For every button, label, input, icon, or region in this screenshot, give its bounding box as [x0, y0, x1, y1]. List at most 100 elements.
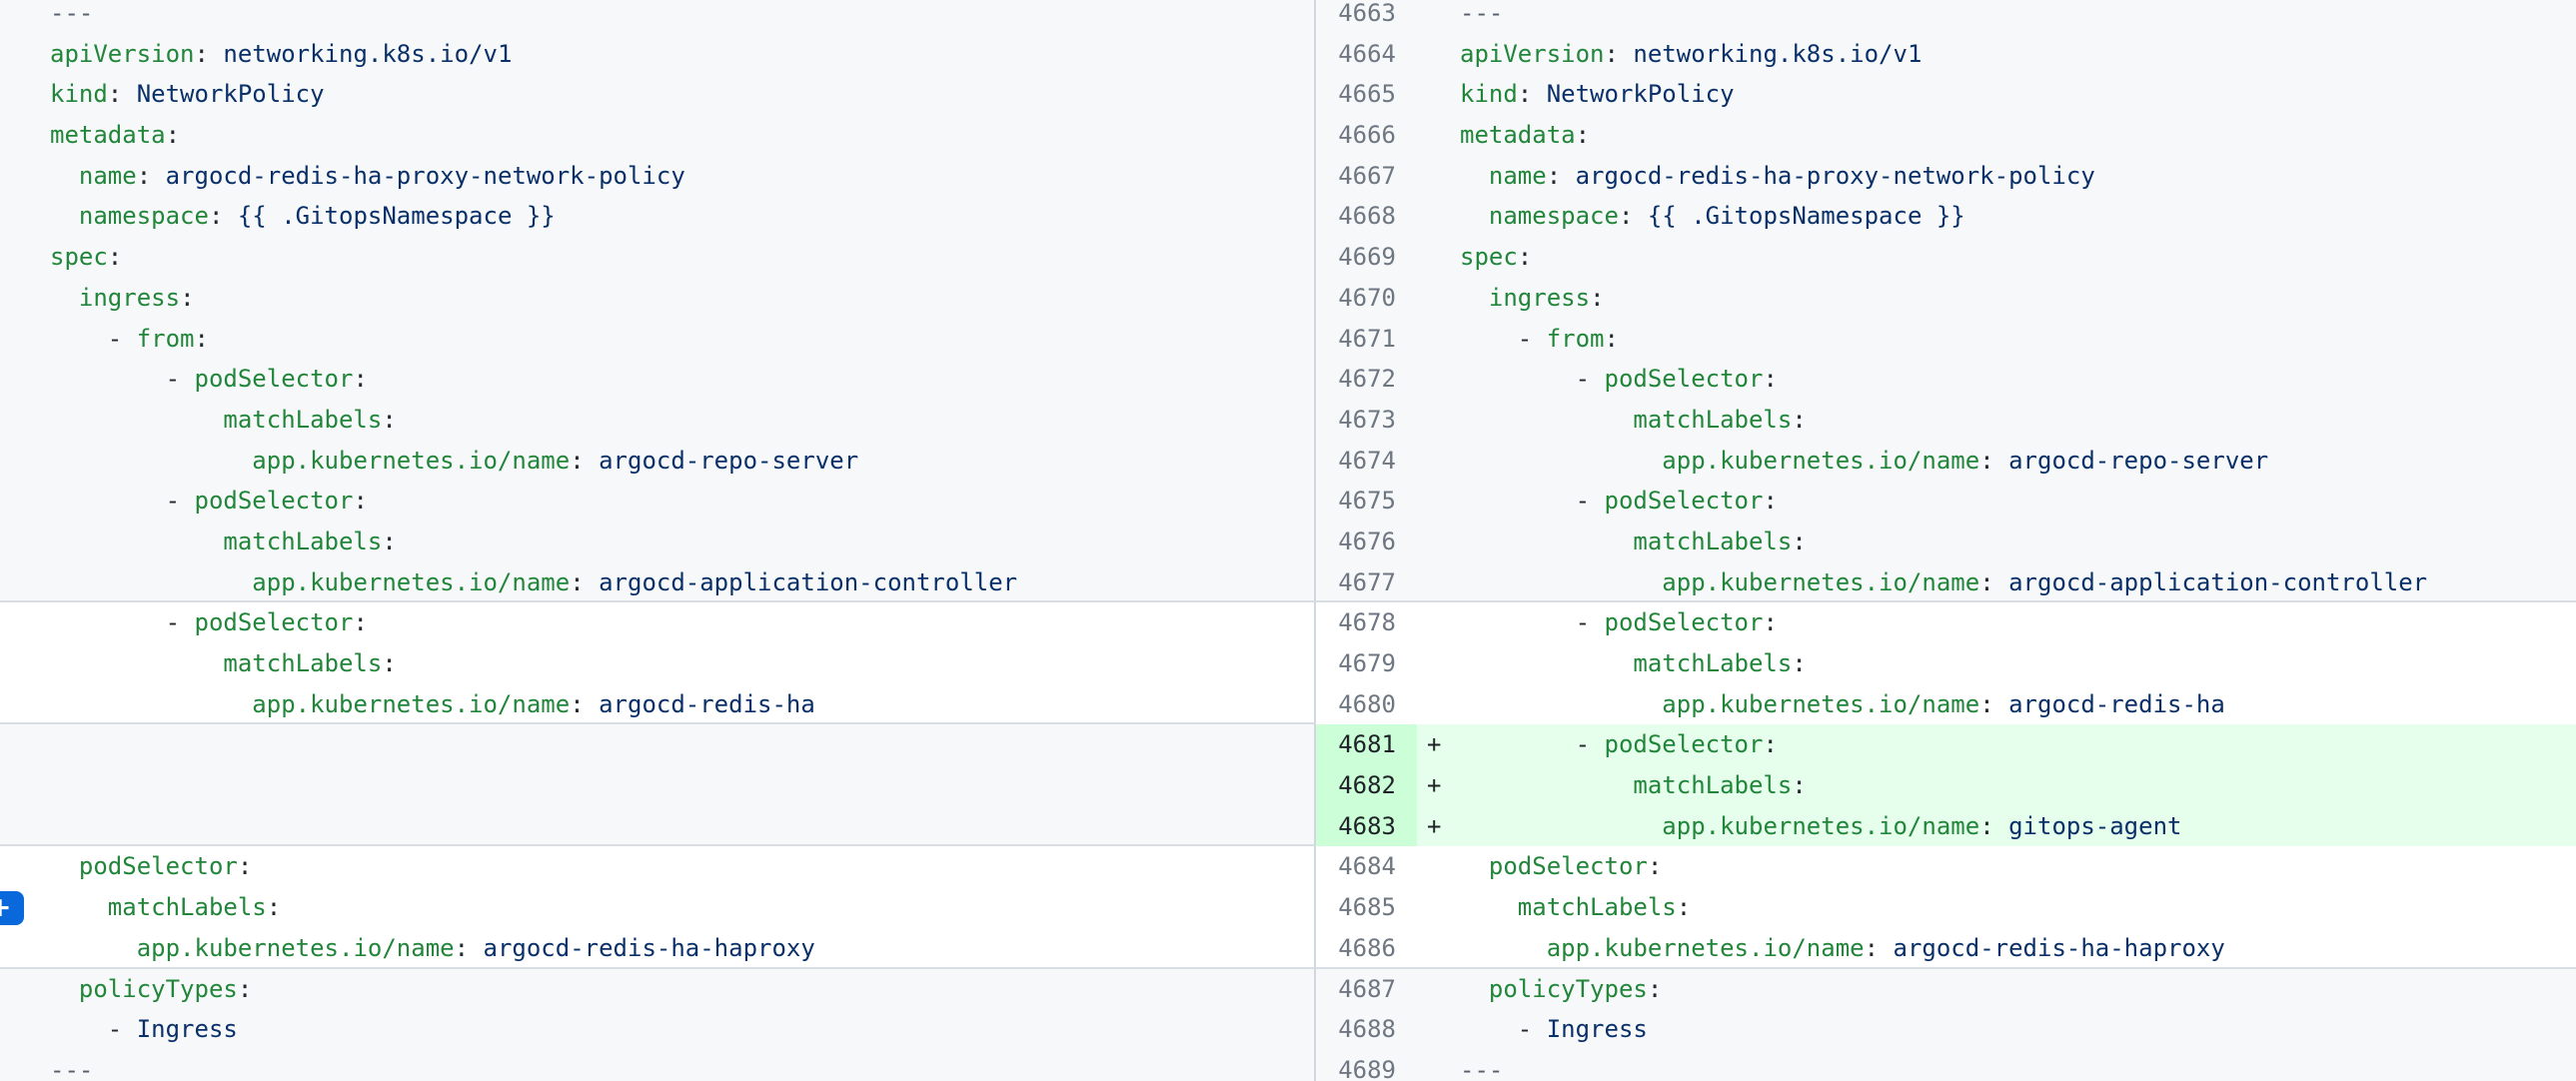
diff-rows: ---4663---apiVersion: networking.k8s.io/…: [0, 0, 2576, 1081]
code-line: - Ingress: [50, 1015, 238, 1043]
code-line: matchLabels:: [1460, 528, 1807, 555]
code-line: kind: NetworkPolicy: [50, 80, 325, 108]
line-number[interactable]: 4668: [1316, 196, 1417, 237]
line-number[interactable]: 4673: [1316, 400, 1417, 441]
code-line: metadata:: [1460, 121, 1590, 149]
code-line: - podSelector:: [50, 487, 368, 515]
code-line: app.kubernetes.io/name: argocd-redis-ha-…: [50, 934, 815, 962]
code-line: app.kubernetes.io/name: argocd-redis-ha: [1460, 690, 2225, 718]
code-line: - Ingress: [1460, 1015, 1648, 1043]
diff-row: app.kubernetes.io/name: argocd-redis-ha-…: [0, 928, 2576, 969]
code-line: metadata:: [50, 121, 180, 149]
code-line: matchLabels:: [50, 406, 397, 434]
old-code-cell: ingress:: [0, 278, 1316, 319]
diff-row: - from: 4671 - from:: [0, 319, 2576, 360]
line-number[interactable]: 4677: [1316, 562, 1417, 603]
code-line: - podSelector:: [1460, 730, 1778, 758]
old-code-cell: app.kubernetes.io/name: argocd-redis-ha-…: [0, 928, 1316, 969]
diff-row: 4682+ matchLabels:: [0, 765, 2576, 806]
new-code-cell: podSelector:: [1417, 846, 2576, 887]
old-code-cell: policyTypes:: [0, 969, 1316, 1010]
new-code-cell: + matchLabels:: [1417, 765, 2576, 806]
line-number[interactable]: 4665: [1316, 74, 1417, 115]
line-number[interactable]: 4670: [1316, 278, 1417, 319]
code-line: app.kubernetes.io/name: argocd-applicati…: [50, 568, 1017, 596]
add-comment-button[interactable]: +: [0, 891, 24, 925]
line-number[interactable]: 4674: [1316, 441, 1417, 482]
code-line: policyTypes:: [50, 975, 252, 1003]
new-code-cell: + app.kubernetes.io/name: gitops-agent: [1417, 806, 2576, 847]
new-code-cell: ingress:: [1417, 278, 2576, 319]
code-line: podSelector:: [1460, 852, 1662, 880]
diff-row: - podSelector: 4672 - podSelector:: [0, 359, 2576, 400]
diff-row: 4683+ app.kubernetes.io/name: gitops-age…: [0, 806, 2576, 847]
diff-row: spec:4669spec:: [0, 237, 2576, 278]
old-code-cell: ---: [0, 1050, 1316, 1081]
code-line: - podSelector:: [1460, 365, 1778, 393]
added-line-marker: +: [1427, 806, 1441, 847]
code-line: app.kubernetes.io/name: argocd-applicati…: [1460, 568, 2427, 596]
new-code-cell: kind: NetworkPolicy: [1417, 74, 2576, 115]
old-code-cell: app.kubernetes.io/name: argocd-redis-ha: [0, 684, 1316, 725]
old-code-cell: - from:: [0, 319, 1316, 360]
line-number[interactable]: 4682: [1316, 765, 1417, 806]
old-code-cell: ---: [0, 0, 1316, 34]
code-line: ---: [50, 1056, 93, 1081]
line-number[interactable]: 4689: [1316, 1050, 1417, 1081]
line-number[interactable]: 4684: [1316, 846, 1417, 887]
line-number[interactable]: 4681: [1316, 724, 1417, 765]
new-code-cell: namespace: {{ .GitopsNamespace }}: [1417, 196, 2576, 237]
diff-row: - podSelector:4678 - podSelector:: [0, 602, 2576, 643]
diff-row: matchLabels:4676 matchLabels:: [0, 522, 2576, 562]
line-number[interactable]: 4669: [1316, 237, 1417, 278]
code-line: - from:: [50, 325, 209, 353]
line-number[interactable]: 4688: [1316, 1009, 1417, 1050]
code-line: - podSelector:: [1460, 608, 1778, 636]
new-code-cell: matchLabels:: [1417, 522, 2576, 562]
new-code-cell: name: argocd-redis-ha-proxy-network-poli…: [1417, 156, 2576, 197]
line-number[interactable]: 4671: [1316, 319, 1417, 360]
code-line: matchLabels:: [50, 649, 397, 677]
new-code-cell: - from:: [1417, 319, 2576, 360]
line-number[interactable]: 4680: [1316, 684, 1417, 725]
code-line: podSelector:: [50, 852, 252, 880]
line-number[interactable]: 4676: [1316, 522, 1417, 562]
new-code-cell: matchLabels:: [1417, 643, 2576, 684]
line-number[interactable]: 4686: [1316, 928, 1417, 969]
line-number[interactable]: 4663: [1316, 0, 1417, 34]
old-code-cell: spec:: [0, 237, 1316, 278]
code-line: - from:: [1460, 325, 1619, 353]
code-line: ---: [50, 0, 93, 27]
code-line: app.kubernetes.io/name: argocd-redis-ha-…: [1460, 934, 2225, 962]
line-number[interactable]: 4667: [1316, 156, 1417, 197]
added-line-marker: +: [1427, 724, 1441, 765]
line-number[interactable]: 4672: [1316, 359, 1417, 400]
old-code-cell: matchLabels:: [0, 522, 1316, 562]
code-line: - podSelector:: [50, 365, 368, 393]
new-code-cell: - podSelector:: [1417, 359, 2576, 400]
line-number[interactable]: 4687: [1316, 969, 1417, 1010]
diff-row: name: argocd-redis-ha-proxy-network-poli…: [0, 156, 2576, 197]
new-code-cell: matchLabels:: [1417, 400, 2576, 441]
old-code-cell: namespace: {{ .GitopsNamespace }}: [0, 196, 1316, 237]
empty-placeholder-cell: [0, 765, 1316, 806]
diff-row: ingress:4670 ingress:: [0, 278, 2576, 319]
code-line: ---: [1460, 0, 1503, 27]
empty-placeholder-cell: [0, 806, 1316, 847]
line-number[interactable]: 4679: [1316, 643, 1417, 684]
code-line: matchLabels:: [50, 893, 281, 921]
old-code-cell: matchLabels:: [0, 400, 1316, 441]
line-number[interactable]: 4685: [1316, 887, 1417, 928]
new-code-cell: app.kubernetes.io/name: argocd-repo-serv…: [1417, 441, 2576, 482]
old-code-cell: app.kubernetes.io/name: argocd-repo-serv…: [0, 441, 1316, 482]
line-number[interactable]: 4664: [1316, 34, 1417, 75]
line-number[interactable]: 4678: [1316, 602, 1417, 643]
code-line: app.kubernetes.io/name: gitops-agent: [1460, 812, 2181, 840]
diff-row: kind: NetworkPolicy4665kind: NetworkPoli…: [0, 74, 2576, 115]
new-code-cell: ---: [1417, 0, 2576, 34]
code-line: spec:: [1460, 243, 1532, 271]
line-number[interactable]: 4666: [1316, 115, 1417, 156]
diff-row: matchLabels:4673 matchLabels:: [0, 400, 2576, 441]
line-number[interactable]: 4675: [1316, 481, 1417, 522]
line-number[interactable]: 4683: [1316, 806, 1417, 847]
